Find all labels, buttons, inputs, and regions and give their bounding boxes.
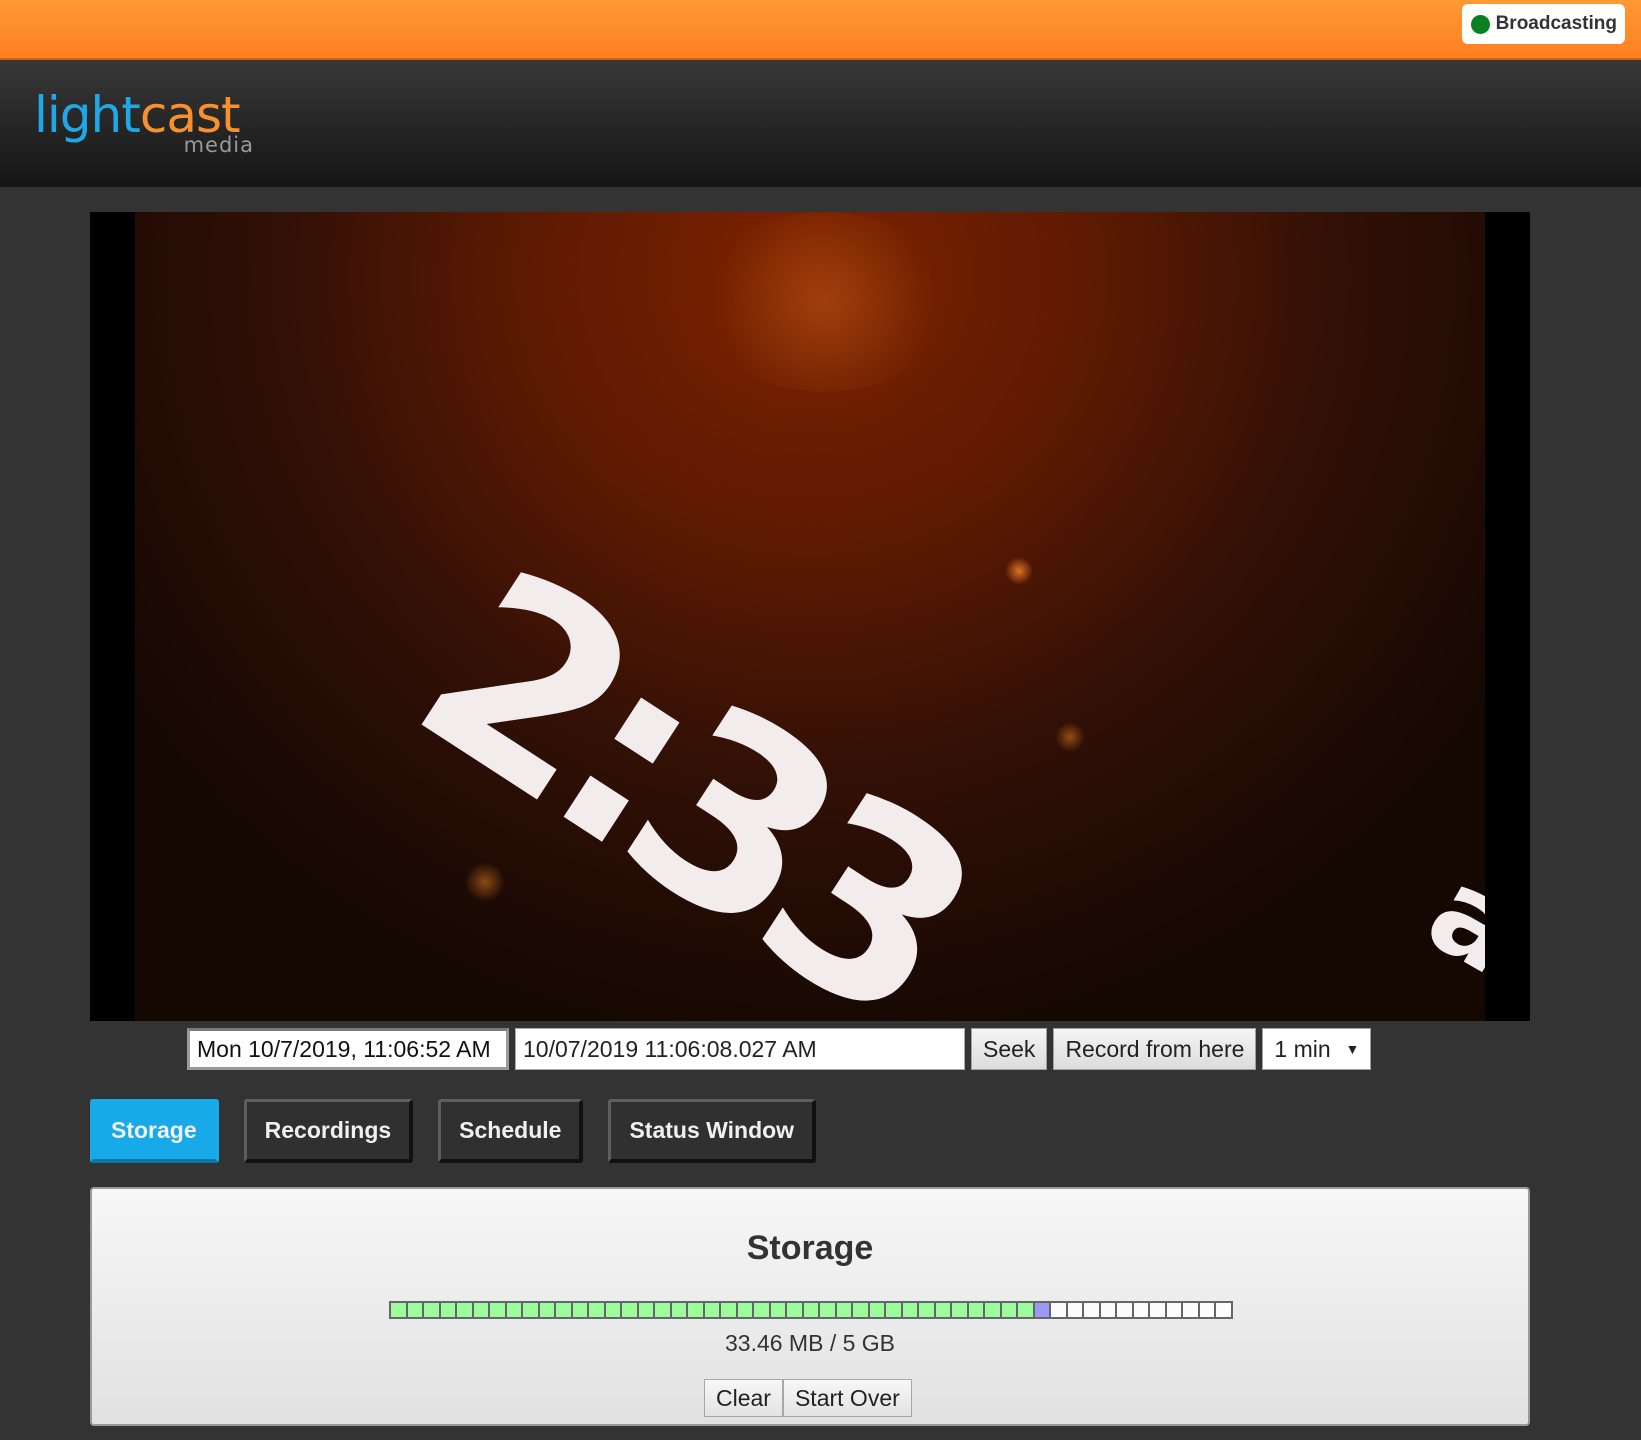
storage-actions: Clear Start Over <box>704 1379 912 1417</box>
storage-cell-used <box>391 1303 406 1317</box>
logo-text-media: media <box>183 133 254 157</box>
storage-cell-used <box>985 1303 1000 1317</box>
duration-select[interactable]: 1 min ▼ <box>1262 1028 1372 1070</box>
record-from-here-button[interactable]: Record from here <box>1053 1028 1257 1070</box>
storage-cell-used <box>1001 1303 1016 1317</box>
storage-cell-used <box>1018 1303 1033 1317</box>
storage-cell-used <box>572 1303 587 1317</box>
playback-controls: Mon 10/7/2019, 11:06:52 AM 10/07/2019 11… <box>187 1028 1372 1070</box>
logo-text-light: light <box>34 86 141 144</box>
storage-cell-used <box>869 1303 884 1317</box>
video-edge-graphic: a <box>1405 841 1485 1002</box>
storage-cell-free <box>1133 1303 1148 1317</box>
storage-cell-used <box>539 1303 554 1317</box>
duration-selected-value: 1 min <box>1274 1035 1331 1062</box>
chevron-down-icon: ▼ <box>1345 1041 1360 1057</box>
storage-cell-free <box>1100 1303 1115 1317</box>
storage-cell-used <box>935 1303 950 1317</box>
storage-cell-used <box>638 1303 653 1317</box>
storage-cell-free <box>1051 1303 1066 1317</box>
storage-cell-free <box>1183 1303 1198 1317</box>
storage-cell-free <box>1150 1303 1165 1317</box>
seek-button[interactable]: Seek <box>971 1028 1048 1070</box>
storage-cell-free <box>1199 1303 1214 1317</box>
storage-cell-used <box>704 1303 719 1317</box>
storage-cell-free <box>1216 1303 1231 1317</box>
storage-cell-used <box>671 1303 686 1317</box>
seek-time-input[interactable]: 10/07/2019 11:06:08.027 AM <box>515 1028 965 1070</box>
storage-cell-used <box>605 1303 620 1317</box>
storage-cell-used <box>457 1303 472 1317</box>
storage-cell-used <box>853 1303 868 1317</box>
storage-cell-used <box>407 1303 422 1317</box>
storage-usage-text: 33.46 MB / 5 GB <box>724 1330 896 1356</box>
storage-cell-used <box>787 1303 802 1317</box>
storage-cell-used <box>902 1303 917 1317</box>
tab-status-window[interactable]: Status Window <box>608 1099 817 1163</box>
storage-cell-used <box>737 1303 752 1317</box>
storage-cell-used <box>622 1303 637 1317</box>
storage-cell-used <box>836 1303 851 1317</box>
storage-cell-free <box>1117 1303 1132 1317</box>
storage-cell-used <box>523 1303 538 1317</box>
status-label: Broadcasting <box>1495 13 1617 34</box>
storage-cell-used <box>473 1303 488 1317</box>
storage-panel: Storage 33.46 MB / 5 GB Clear Start Over <box>90 1187 1530 1426</box>
top-status-bar: Broadcasting <box>0 0 1641 60</box>
current-time-display: Mon 10/7/2019, 11:06:52 AM <box>187 1028 509 1070</box>
clear-button[interactable]: Clear <box>704 1379 783 1417</box>
storage-cell-used <box>589 1303 604 1317</box>
storage-cell-free <box>1084 1303 1099 1317</box>
storage-cell-used <box>490 1303 505 1317</box>
storage-cell-used <box>754 1303 769 1317</box>
video-frame: 2:33 a <box>135 212 1485 1021</box>
storage-cell-used <box>968 1303 983 1317</box>
storage-cell-used <box>424 1303 439 1317</box>
storage-cell-used <box>803 1303 818 1317</box>
storage-title: Storage <box>746 1229 874 1267</box>
storage-cell-used <box>688 1303 703 1317</box>
tab-storage[interactable]: Storage <box>90 1099 219 1163</box>
video-player[interactable]: 2:33 a <box>90 212 1530 1021</box>
start-over-button[interactable]: Start Over <box>782 1379 912 1417</box>
storage-cell-current <box>1034 1303 1049 1317</box>
video-countdown-graphic: 2:33 <box>370 512 1011 1021</box>
tab-recordings[interactable]: Recordings <box>243 1099 414 1163</box>
storage-cell-free <box>1166 1303 1181 1317</box>
broadcast-status-badge: Broadcasting <box>1461 4 1625 44</box>
status-indicator-icon <box>1470 14 1490 34</box>
app-header: lightcast media <box>0 60 1641 187</box>
storage-cell-used <box>919 1303 934 1317</box>
storage-cell-used <box>440 1303 455 1317</box>
storage-cell-used <box>721 1303 736 1317</box>
storage-cell-used <box>952 1303 967 1317</box>
storage-cell-used <box>886 1303 901 1317</box>
storage-cell-used <box>820 1303 835 1317</box>
tab-schedule[interactable]: Schedule <box>438 1099 584 1163</box>
lightcast-logo[interactable]: lightcast media <box>34 90 254 160</box>
storage-usage-bar <box>389 1301 1233 1319</box>
storage-cell-used <box>655 1303 670 1317</box>
storage-cell-used <box>770 1303 785 1317</box>
storage-cell-used <box>506 1303 521 1317</box>
storage-cell-free <box>1067 1303 1082 1317</box>
storage-cell-used <box>556 1303 571 1317</box>
section-tabs: Storage Recordings Schedule Status Windo… <box>90 1099 841 1163</box>
